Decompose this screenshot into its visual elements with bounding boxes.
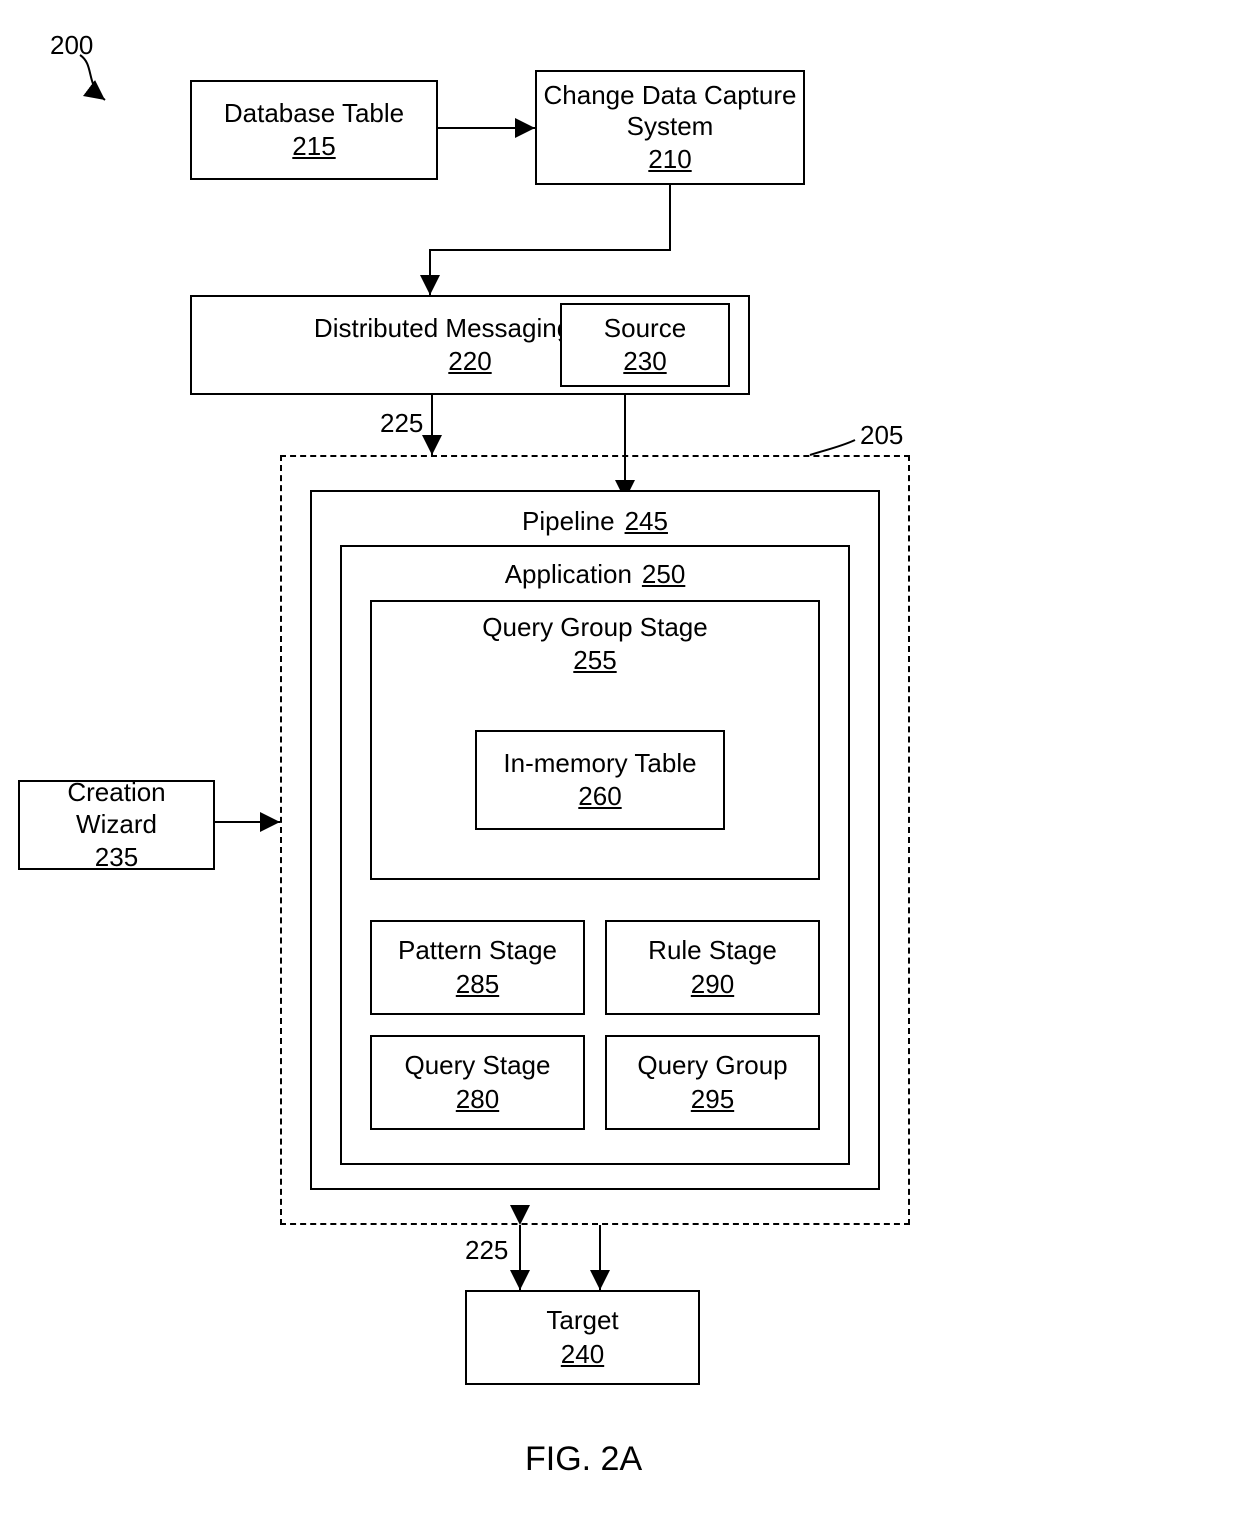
- database-table-ref: 215: [292, 131, 335, 162]
- rule-stage-label: Rule Stage: [648, 935, 777, 966]
- creation-wizard-box: Creation Wizard 235: [18, 780, 215, 870]
- query-stage-box: Query Stage 280: [370, 1035, 585, 1130]
- target-ref: 240: [561, 1339, 604, 1370]
- query-group-box: Query Group 295: [605, 1035, 820, 1130]
- source-label: Source: [604, 313, 686, 344]
- figure-caption: FIG. 2A: [525, 1440, 642, 1479]
- query-stage-ref: 280: [456, 1084, 499, 1115]
- creation-wizard-ref: 235: [95, 842, 138, 873]
- query-group-stage-label: Query Group Stage: [482, 612, 707, 643]
- cdc-ref: 210: [648, 144, 691, 175]
- connector-225-bottom-label: 225: [465, 1235, 508, 1266]
- query-group-label: Query Group: [637, 1050, 787, 1081]
- pattern-stage-ref: 285: [456, 969, 499, 1000]
- rule-stage-box: Rule Stage 290: [605, 920, 820, 1015]
- query-group-stage-ref: 255: [573, 645, 616, 676]
- connector-225-top-label: 225: [380, 408, 423, 439]
- figure-ref-label: 200: [50, 30, 93, 61]
- target-box: Target 240: [465, 1290, 700, 1385]
- database-table-box: Database Table 215: [190, 80, 438, 180]
- application-ref: 250: [642, 559, 685, 590]
- in-memory-table-box: In-memory Table 260: [475, 730, 725, 830]
- source-ref: 230: [623, 346, 666, 377]
- query-group-ref: 295: [691, 1084, 734, 1115]
- pattern-stage-label: Pattern Stage: [398, 935, 557, 966]
- cdc-label: Change Data Capture System: [543, 80, 797, 142]
- target-label: Target: [546, 1305, 618, 1336]
- diagram-canvas: 200 Database Table 215 Change D: [0, 0, 1240, 1518]
- in-memory-table-ref: 260: [578, 781, 621, 812]
- source-box: Source 230: [560, 303, 730, 387]
- dashed-205-label: 205: [860, 420, 903, 451]
- database-table-label: Database Table: [224, 98, 404, 129]
- cdc-box: Change Data Capture System 210: [535, 70, 805, 185]
- pipeline-label: Pipeline: [522, 506, 615, 537]
- rule-stage-ref: 290: [691, 969, 734, 1000]
- in-memory-table-label: In-memory Table: [503, 748, 696, 779]
- pipeline-ref: 245: [625, 506, 668, 537]
- query-stage-label: Query Stage: [405, 1050, 551, 1081]
- application-label: Application: [505, 559, 632, 590]
- creation-wizard-label: Creation Wizard: [26, 777, 207, 839]
- pattern-stage-box: Pattern Stage 285: [370, 920, 585, 1015]
